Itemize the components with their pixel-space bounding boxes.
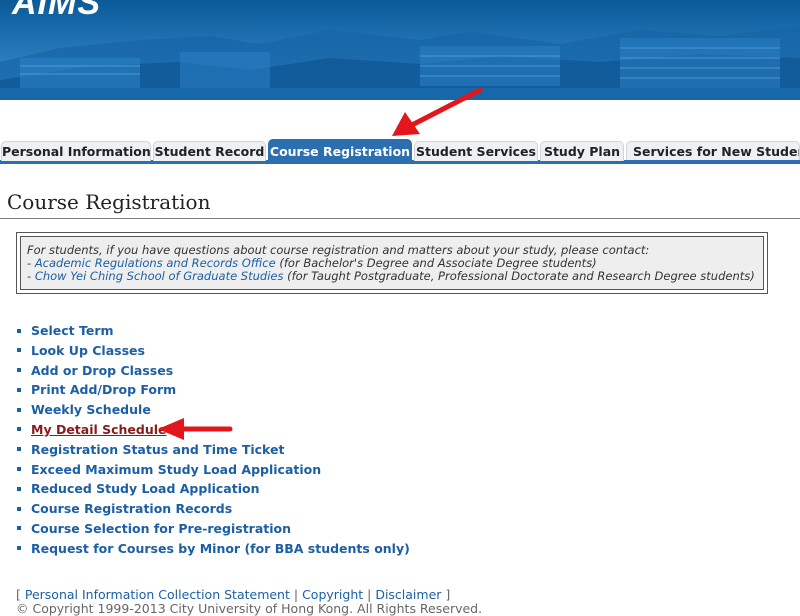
tab-study-plan[interactable]: Study Plan [540, 141, 624, 161]
tab-personal-information[interactable]: Personal Information [1, 141, 151, 161]
my-detail-schedule-link[interactable]: My Detail Schedule [31, 422, 167, 437]
main-tab-bar: Personal Information Student Record Cour… [0, 138, 800, 164]
registration-records-link[interactable]: Course Registration Records [31, 501, 232, 516]
footer-bracket-close: ] [441, 587, 451, 602]
menu-item-registration-status: Registration Status and Time Ticket [17, 440, 410, 460]
page-title: Course Registration [7, 190, 211, 214]
bullet-icon [17, 348, 21, 353]
menu-item-look-up-classes: Look Up Classes [17, 341, 410, 361]
course-registration-menu: Select Term Look Up Classes Add or Drop … [17, 321, 410, 559]
select-term-link[interactable]: Select Term [31, 323, 114, 338]
contact-line-2-prefix: - [27, 269, 35, 283]
tab-student-services[interactable]: Student Services [414, 141, 538, 161]
contact-line-2: - Chow Yei Ching School of Graduate Stud… [27, 270, 757, 283]
menu-item-reduced-load: Reduced Study Load Application [17, 479, 410, 499]
look-up-classes-link[interactable]: Look Up Classes [31, 343, 145, 358]
copyright-link[interactable]: Copyright [302, 587, 363, 602]
contact-line-1-note: (for Bachelor's Degree and Associate Deg… [275, 256, 597, 270]
contact-line-2-note: (for Taught Postgraduate, Professional D… [283, 269, 755, 283]
bullet-icon [17, 467, 21, 472]
copyright-notice: © Copyright 1999-2013 City University of… [16, 601, 483, 616]
graduate-studies-link[interactable]: Chow Yei Ching School of Graduate Studie… [35, 269, 284, 283]
registration-status-link[interactable]: Registration Status and Time Ticket [31, 442, 284, 457]
reduced-study-load-link[interactable]: Reduced Study Load Application [31, 481, 259, 496]
footer-links: [ Personal Information Collection Statem… [16, 587, 450, 602]
header-banner: AIMS [0, 0, 800, 100]
menu-item-exceed-load: Exceed Maximum Study Load Application [17, 460, 410, 480]
footer-bracket-open: [ [16, 587, 25, 602]
footer-separator: | [363, 587, 376, 602]
bullet-icon [17, 447, 21, 452]
aims-logo: AIMS [12, 0, 101, 22]
tab-course-registration[interactable]: Course Registration [268, 139, 412, 162]
footer-separator: | [289, 587, 303, 602]
print-add-drop-form-link[interactable]: Print Add/Drop Form [31, 382, 176, 397]
bullet-icon [17, 427, 21, 432]
menu-item-pre-registration: Course Selection for Pre-registration [17, 519, 410, 539]
contact-line-1-prefix: - [27, 256, 35, 270]
menu-item-my-detail-schedule: My Detail Schedule [17, 420, 410, 440]
exceed-study-load-link[interactable]: Exceed Maximum Study Load Application [31, 462, 321, 477]
menu-item-select-term: Select Term [17, 321, 410, 341]
bullet-icon [17, 387, 21, 392]
pre-registration-link[interactable]: Course Selection for Pre-registration [31, 521, 291, 536]
contact-info-content: For students, if you have questions abou… [20, 236, 764, 290]
add-drop-classes-link[interactable]: Add or Drop Classes [31, 363, 173, 378]
contact-info-box: For students, if you have questions abou… [16, 232, 768, 294]
menu-item-registration-records: Course Registration Records [17, 499, 410, 519]
tab-student-record[interactable]: Student Record [153, 141, 266, 161]
title-divider [0, 218, 800, 219]
menu-item-add-drop-classes: Add or Drop Classes [17, 361, 410, 381]
pics-link[interactable]: Personal Information Collection Statemen… [25, 587, 290, 602]
menu-item-minor-courses: Request for Courses by Minor (for BBA st… [17, 539, 410, 559]
bullet-icon [17, 368, 21, 373]
bullet-icon [17, 506, 21, 511]
minor-courses-request-link[interactable]: Request for Courses by Minor (for BBA st… [31, 541, 410, 556]
campus-banner-image [0, 0, 800, 100]
weekly-schedule-link[interactable]: Weekly Schedule [31, 402, 151, 417]
bullet-icon [17, 486, 21, 491]
tab-services-for-new-students[interactable]: Services for New Students [626, 141, 800, 160]
menu-item-print-form: Print Add/Drop Form [17, 380, 410, 400]
bullet-icon [17, 407, 21, 412]
bullet-icon [17, 546, 21, 551]
bullet-icon [17, 526, 21, 531]
menu-item-weekly-schedule: Weekly Schedule [17, 400, 410, 420]
academic-regulations-link[interactable]: Academic Regulations and Records Office [35, 256, 276, 270]
bullet-icon [17, 328, 21, 333]
disclaimer-link[interactable]: Disclaimer [375, 587, 441, 602]
